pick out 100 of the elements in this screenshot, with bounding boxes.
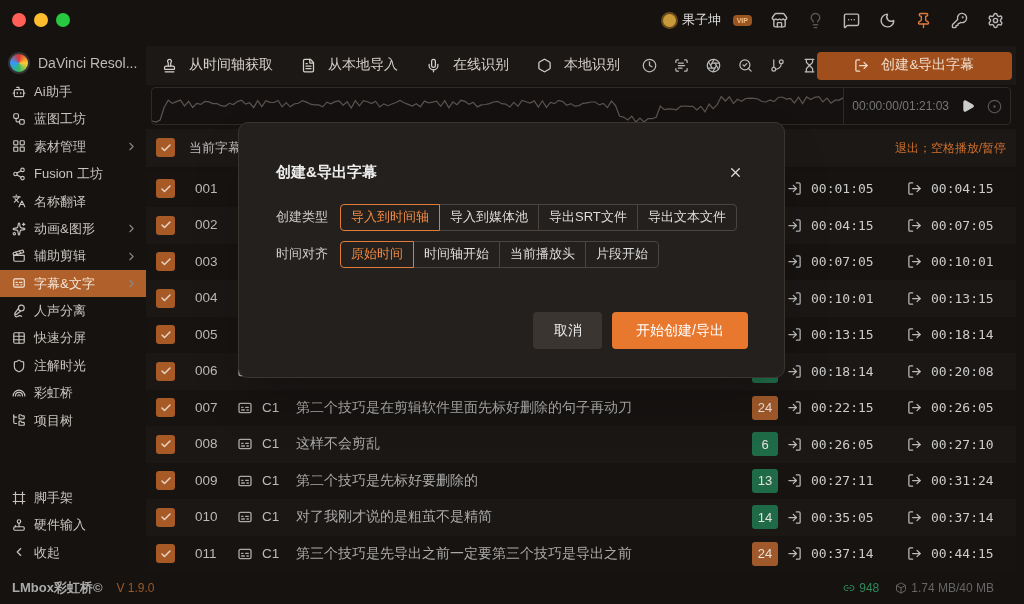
sidebar-item[interactable]: 名称翻译: [0, 187, 146, 215]
sidebar-item[interactable]: 辅助剪辑: [0, 242, 146, 270]
maximize-window-button[interactable]: [56, 13, 70, 27]
close-window-button[interactable]: [12, 13, 26, 27]
footer-logo: LMbox彩虹桥©: [12, 579, 103, 598]
end-time: 00:37:14: [931, 508, 994, 527]
create-export-button[interactable]: 创建&导出字幕: [817, 51, 1012, 80]
toolbar-button[interactable]: 从本地导入: [301, 55, 398, 76]
segment-option[interactable]: 导出文本文件: [636, 203, 737, 231]
sidebar-item[interactable]: Fusion 工坊: [0, 160, 146, 188]
settings-icon[interactable]: [987, 11, 1004, 29]
sidebar-item[interactable]: 动画&图形: [0, 214, 146, 243]
checkbox[interactable]: [156, 252, 175, 272]
stamp-icon: [162, 58, 177, 74]
segment-option[interactable]: 导入到媒体池: [439, 203, 539, 231]
store-icon[interactable]: [771, 11, 788, 29]
checkbox[interactable]: [156, 434, 175, 454]
out-point-icon: [907, 363, 922, 379]
start-time: 00:27:11: [811, 472, 875, 490]
toolbar-button[interactable]: 本地识别: [537, 55, 620, 76]
in-point-icon: [787, 181, 802, 197]
segment-option[interactable]: 当前播放头: [499, 240, 586, 268]
sidebar-item[interactable]: Ai助手: [0, 78, 146, 106]
row-number: 001: [195, 179, 219, 198]
aperture-icon[interactable]: [706, 58, 721, 74]
toolbar-button[interactable]: 从时间轴获取: [162, 55, 273, 76]
search-refresh-icon[interactable]: [738, 58, 753, 74]
cancel-button[interactable]: 取消: [533, 311, 602, 349]
end-time: 00:18:14: [931, 326, 994, 344]
in-point-icon: [787, 327, 802, 343]
checkbox[interactable]: [156, 288, 175, 308]
checkbox[interactable]: [156, 179, 175, 199]
sidebar-item[interactable]: 注解时光: [0, 351, 146, 380]
record-icon[interactable]: [987, 98, 1002, 114]
row-number: 002: [195, 216, 219, 235]
row-number: 007: [195, 398, 219, 417]
track-label: C1: [262, 399, 280, 415]
checkbox[interactable]: [156, 544, 175, 564]
toolbar-button[interactable]: 在线识别: [426, 55, 509, 76]
sidebar-item[interactable]: 彩虹桥: [0, 379, 146, 407]
subtitle-text: 这样不会剪乱: [296, 436, 380, 452]
checkbox[interactable]: [156, 471, 175, 491]
minimize-window-button[interactable]: [34, 13, 48, 27]
app-logo: [8, 52, 30, 74]
end-time: 00:13:15: [931, 289, 994, 308]
sidebar-item[interactable]: 人声分离: [0, 297, 146, 325]
checkbox[interactable]: [156, 325, 175, 345]
check-icon: [159, 255, 172, 268]
pin-icon[interactable]: [915, 11, 932, 29]
out-point-icon: [907, 473, 922, 489]
checkbox[interactable]: [156, 507, 175, 527]
sidebar-item[interactable]: 蓝图工坊: [0, 105, 146, 133]
char-count-badge: 6: [752, 432, 778, 457]
out-point-icon: [907, 217, 922, 233]
char-count-badge: 14: [752, 505, 778, 530]
key-icon[interactable]: [951, 11, 968, 29]
sidebar-item[interactable]: 快速分屏: [0, 324, 146, 352]
track-label: C1: [262, 509, 280, 525]
hourglass-icon[interactable]: [802, 58, 817, 74]
sidebar-item[interactable]: 素材管理: [0, 132, 146, 161]
joystick-icon: [12, 517, 26, 532]
message-icon[interactable]: [843, 11, 860, 29]
start-time: 00:26:05: [811, 435, 875, 454]
play-icon[interactable]: [961, 99, 975, 114]
end-time: 00:20:08: [931, 362, 994, 381]
captions-icon: [12, 276, 26, 291]
segment-option[interactable]: 片段开始: [585, 240, 659, 268]
nodes-icon: [12, 166, 26, 181]
folder-tree-icon: [12, 413, 26, 428]
segment-option[interactable]: 导入到时间轴: [340, 203, 440, 231]
app-name: DaVinci Resol...: [38, 53, 138, 73]
start-time: 00:35:05: [811, 508, 875, 527]
checkbox[interactable]: [156, 361, 175, 381]
sidebar-item[interactable]: 项目树: [0, 406, 146, 435]
hexagon-icon: [537, 58, 552, 74]
sidebar-item[interactable]: 收起: [0, 538, 146, 566]
branch-icon[interactable]: [770, 58, 785, 74]
link-icon: [843, 582, 856, 594]
storage-usage: 1.74 MB/40 MB: [911, 580, 994, 597]
shield-icon: [12, 358, 26, 373]
track-label: C1: [262, 545, 280, 561]
checkbox[interactable]: [156, 215, 175, 235]
cube-icon: [895, 582, 908, 594]
segment-option[interactable]: 时间轴开始: [413, 240, 500, 268]
avatar[interactable]: [660, 11, 678, 29]
checkbox[interactable]: [156, 398, 175, 418]
sidebar-item[interactable]: 字幕&文字: [0, 269, 146, 298]
sidebar-item[interactable]: 硬件输入: [0, 511, 146, 539]
scan-text-icon[interactable]: [674, 58, 689, 74]
keyboard-hint: 退出；空格播放/暂停: [894, 139, 1006, 157]
segment-option[interactable]: 导出SRT文件: [538, 203, 638, 231]
sidebar-item[interactable]: 脚手架: [0, 483, 146, 512]
checkbox[interactable]: [156, 138, 175, 158]
segment-option[interactable]: 原始时间: [340, 240, 414, 268]
moon-icon[interactable]: [879, 11, 896, 29]
clock-icon[interactable]: [642, 58, 657, 74]
in-point-icon: [787, 217, 802, 233]
table-icon: [12, 331, 26, 346]
row-number: 003: [195, 252, 219, 271]
file-icon: [301, 58, 316, 74]
